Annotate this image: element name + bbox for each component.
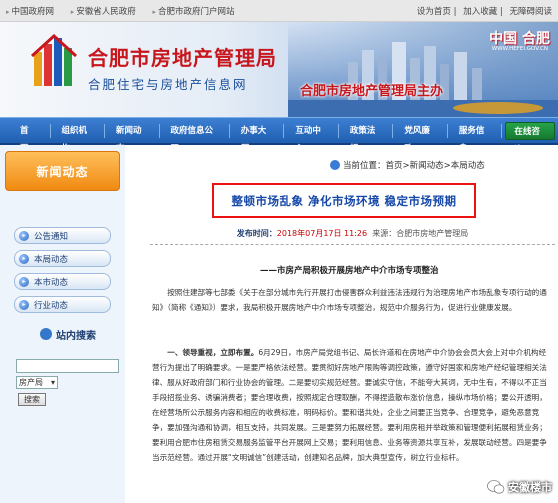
sidebar-item-label: 行业动态	[34, 300, 69, 311]
home-icon	[330, 160, 340, 170]
nav-divider	[283, 123, 285, 138]
sidebar-item-label: 本市动态	[34, 277, 69, 288]
site-banner: 合肥市房地产管理局 合肥住宅与房地产信息网 中国 合肥 WWW.HEFEI.GO…	[0, 22, 558, 117]
nav-divider	[158, 123, 160, 138]
bullet-arrow-icon: ▸	[19, 276, 29, 287]
search-icon	[40, 328, 52, 340]
top-links-bar: 中国政府网 安徽省人民政府 合肥市政府门户网站 设为首页 | 加入收藏 | 无障…	[0, 0, 558, 22]
set-homepage-link[interactable]: 设为首页	[417, 7, 451, 17]
wechat-watermark: 安徽楼市	[487, 479, 552, 495]
paragraph-lead: 一、领导重视，立即布置。	[167, 348, 259, 357]
nav-divider	[501, 123, 503, 138]
sidebar-item-city-news[interactable]: ▸ 本市动态	[14, 273, 111, 290]
search-title: 站内搜索	[56, 330, 96, 342]
site-search-heading: 站内搜索	[40, 325, 120, 343]
nav-news[interactable]: 新闻动态	[108, 122, 156, 154]
publish-label: 发布时间：	[236, 229, 277, 238]
main-nav: 首 页 组织机构 新闻动态 政府信息公开 办事大厅 互动中心 政策法规 党风廉政…	[0, 117, 558, 155]
china-hefei-url: WWW.HEFEI.GOV.CN	[491, 46, 548, 52]
sidebar: 新闻动态 ▸ 公告通知 ▸ 本局动态 ▸ 本市动态 ▸ 行业动态 站内搜索 房产…	[0, 145, 125, 503]
nav-divider	[337, 123, 339, 138]
nav-policy[interactable]: 政策法规	[342, 122, 390, 154]
nav-divider	[228, 123, 230, 138]
nav-divider	[392, 123, 394, 138]
nav-gov-info[interactable]: 政府信息公开	[163, 122, 226, 154]
search-input[interactable]	[16, 359, 119, 373]
nav-divider	[446, 123, 448, 138]
nav-divider	[49, 123, 51, 138]
site-title: 合肥市房地产管理局	[88, 46, 277, 70]
nav-interaction[interactable]: 互动中心	[287, 122, 335, 154]
banner-slogan: 合肥市房地产管理局主办	[300, 84, 444, 99]
article-meta: 发布时间：2018年07月17日 11:26 来源：合肥市房地产管理局	[150, 228, 555, 245]
article-subheading: ——市房产局积极开展房地产中介市场专项整治	[260, 266, 439, 276]
watermark-text: 安徽楼市	[508, 481, 552, 494]
sidebar-item-bureau-news[interactable]: ▸ 本局动态	[14, 250, 111, 267]
article-area: 当前位置：首页>新闻动态>本局动态 整顿市场乱象 净化市场环境 稳定市场预期 发…	[150, 145, 558, 503]
add-favorite-link[interactable]: 加入收藏	[463, 7, 497, 17]
sidebar-title: 新闻动态	[5, 151, 120, 191]
external-links: 中国政府网 安徽省人民政府 合肥市政府门户网站	[6, 5, 249, 17]
breadcrumb-text[interactable]: 当前位置：首页>新闻动态>本局动态	[343, 161, 485, 171]
accessibility-link[interactable]: 无障碍阅读	[509, 7, 552, 17]
bureau-logo-icon	[30, 34, 78, 86]
china-hefei-brand: 中国 合肥	[489, 31, 550, 47]
article-paragraph: 一、领导重视，立即布置。6月29日，市房产局党组书记、局长许道和在房地产中介协会…	[152, 345, 550, 465]
sidebar-item-label: 本局动态	[34, 254, 69, 265]
search-scope-select[interactable]: 房产局	[16, 376, 58, 389]
article-title: 整顿市场乱象 净化市场环境 稳定市场预期	[231, 193, 457, 208]
search-button[interactable]: 搜索	[18, 393, 46, 406]
nav-service-hall[interactable]: 办事大厅	[233, 122, 281, 154]
bullet-arrow-icon: ▸	[19, 253, 29, 264]
sidebar-menu: ▸ 公告通知 ▸ 本局动态 ▸ 本市动态 ▸ 行业动态	[0, 227, 125, 313]
nav-home[interactable]: 首 页	[12, 122, 47, 154]
bullet-arrow-icon: ▸	[19, 230, 29, 241]
wechat-icon	[487, 480, 505, 494]
sidebar-item-notices[interactable]: ▸ 公告通知	[14, 227, 111, 244]
publish-time: 2018年07月17日 11:26	[276, 229, 368, 238]
link-anhui-gov[interactable]: 安徽省人民政府	[71, 7, 136, 17]
article-source: 来源：合肥市房地产管理局	[372, 229, 469, 238]
paragraph-body: 6月29日，市房产局党组书记、局长许道和在房地产中介协会会员大会上对中介机构经营…	[152, 348, 547, 462]
article-paragraph: 按照住建部等七部委《关于在部分城市先行开展打击侵害群众利益违法违规行为治理房地产…	[152, 288, 547, 312]
nav-divider	[104, 123, 105, 138]
breadcrumb: 当前位置：首页>新闻动态>本局动态	[330, 159, 485, 171]
headline-highlight-box: 整顿市场乱象 净化市场环境 稳定市场预期	[212, 183, 476, 218]
nav-party[interactable]: 党风廉政	[396, 122, 444, 154]
bullet-arrow-icon: ▸	[19, 299, 29, 310]
sidebar-item-industry-news[interactable]: ▸ 行业动态	[14, 296, 111, 313]
link-hefei-portal[interactable]: 合肥市政府门户网站	[152, 7, 234, 17]
nav-online-consult[interactable]: 在线咨询	[505, 121, 555, 155]
utility-links: 设为首页 | 加入收藏 | 无障碍阅读	[416, 6, 552, 17]
sidebar-item-label: 公告通知	[34, 231, 69, 242]
link-china-gov[interactable]: 中国政府网	[6, 7, 54, 17]
nav-organization[interactable]: 组织机构	[53, 122, 101, 154]
site-subtitle: 合肥住宅与房地产信息网	[88, 77, 248, 92]
nav-service-info[interactable]: 服务信息	[451, 122, 499, 154]
